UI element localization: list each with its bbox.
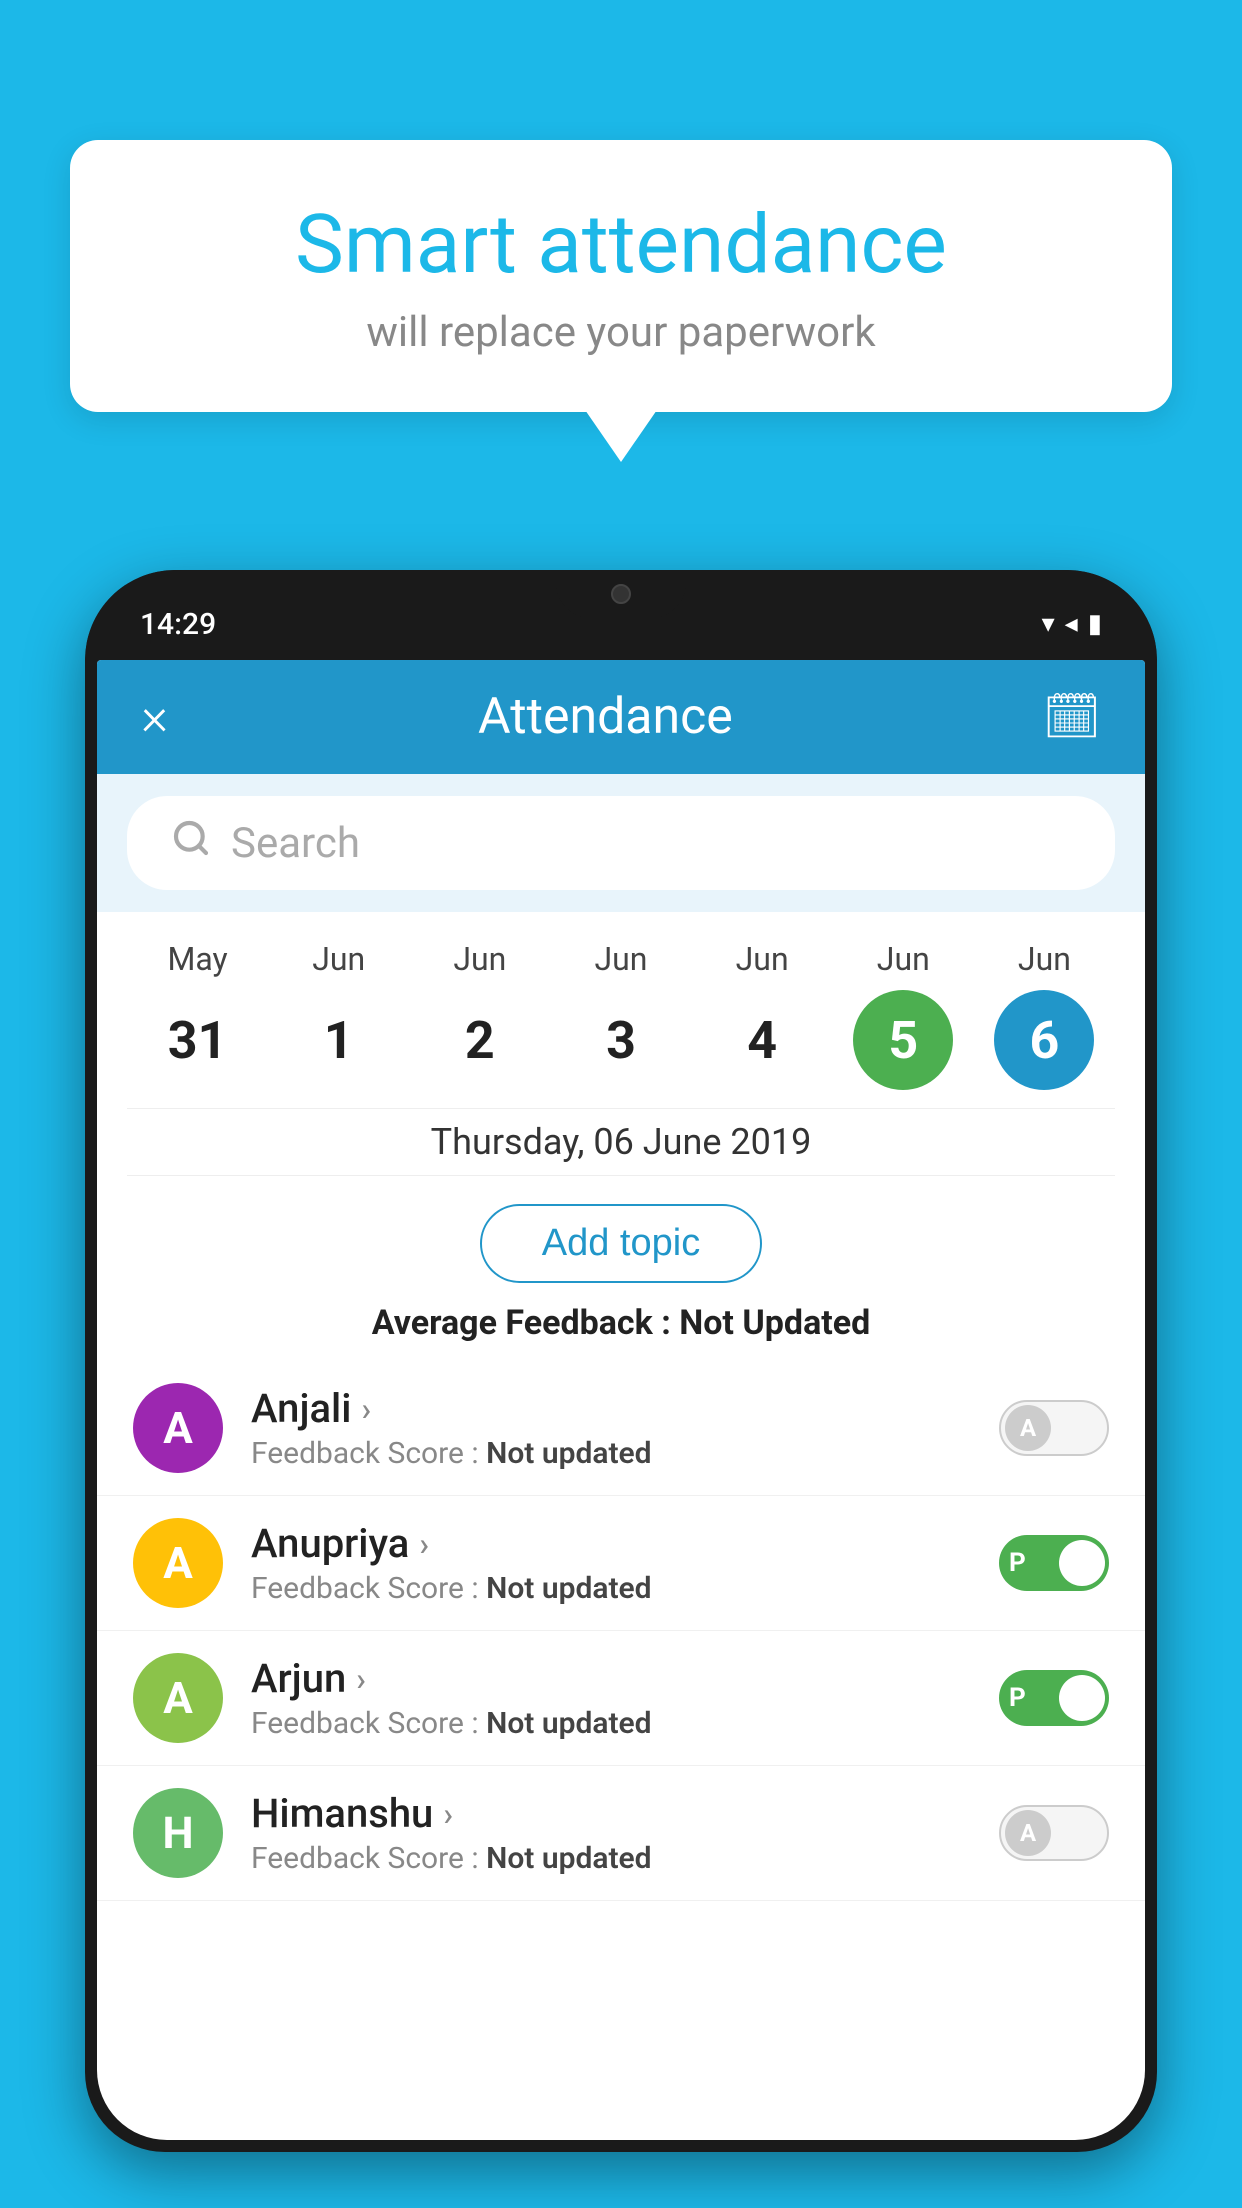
student-info[interactable]: Anjali › Feedback Score : Not updated: [251, 1385, 971, 1471]
attendance-toggle[interactable]: P: [999, 1535, 1109, 1591]
date-item-4[interactable]: Jun 4: [712, 940, 812, 1090]
calendar-icon[interactable]: 🗓: [1043, 690, 1101, 744]
add-topic-container: Add topic: [97, 1176, 1145, 1303]
student-list: A Anjali › Feedback Score : Not updated …: [97, 1361, 1145, 1901]
date-picker: May 31 Jun 1 Jun 2 Jun 3 Jun 4: [97, 912, 1145, 1108]
app-header: × Attendance 🗓: [97, 660, 1145, 774]
chevron-right-icon: ›: [361, 1390, 371, 1428]
date-item-5[interactable]: Jun 5: [853, 940, 953, 1090]
student-score: Feedback Score : Not updated: [251, 1436, 971, 1471]
avatar: H: [133, 1788, 223, 1878]
student-name: Anjali ›: [251, 1385, 971, 1432]
attendance-toggle[interactable]: A: [999, 1400, 1109, 1456]
date-item-3[interactable]: Jun 3: [571, 940, 671, 1090]
student-name: Anupriya ›: [251, 1520, 971, 1567]
selected-date-label: Thursday, 06 June 2019: [127, 1108, 1115, 1176]
student-info[interactable]: Arjun › Feedback Score : Not updated: [251, 1655, 971, 1741]
status-bar: 14:29 ▾ ◂ ▮: [85, 570, 1157, 660]
student-row: A Arjun › Feedback Score : Not updated P: [97, 1631, 1145, 1766]
student-info[interactable]: Anupriya › Feedback Score : Not updated: [251, 1520, 971, 1606]
chevron-right-icon: ›: [419, 1525, 429, 1563]
phone-frame: 14:29 ▾ ◂ ▮ × Attendance 🗓: [85, 570, 1157, 2152]
bubble-title: Smart attendance: [130, 200, 1112, 290]
date-item-2[interactable]: Jun 2: [430, 940, 530, 1090]
search-icon: [171, 818, 211, 868]
student-row: A Anupriya › Feedback Score : Not update…: [97, 1496, 1145, 1631]
speech-bubble-container: Smart attendance will replace your paper…: [70, 140, 1172, 412]
chevron-right-icon: ›: [443, 1795, 453, 1833]
speech-bubble: Smart attendance will replace your paper…: [70, 140, 1172, 412]
wifi-icon: ▾: [1042, 609, 1055, 639]
avatar: A: [133, 1518, 223, 1608]
student-info[interactable]: Himanshu › Feedback Score : Not updated: [251, 1790, 971, 1876]
avatar: A: [133, 1383, 223, 1473]
average-feedback: Average Feedback : Not Updated: [97, 1303, 1145, 1361]
battery-icon: ▮: [1088, 609, 1102, 639]
search-bar-container: Search: [97, 774, 1145, 912]
student-name: Arjun ›: [251, 1655, 971, 1702]
date-item-6[interactable]: Jun 6: [994, 940, 1094, 1090]
phone-screen: × Attendance 🗓 Search: [97, 660, 1145, 2140]
search-input[interactable]: Search: [231, 819, 360, 868]
date-item-0[interactable]: May 31: [148, 940, 248, 1090]
bubble-subtitle: will replace your paperwork: [130, 308, 1112, 357]
phone-container: 14:29 ▾ ◂ ▮ × Attendance 🗓: [85, 570, 1157, 2208]
student-row: H Himanshu › Feedback Score : Not update…: [97, 1766, 1145, 1901]
date-item-1[interactable]: Jun 1: [289, 940, 389, 1090]
notch-camera: [611, 584, 631, 604]
avatar: A: [133, 1653, 223, 1743]
student-score: Feedback Score : Not updated: [251, 1571, 971, 1606]
notch: [556, 570, 686, 618]
student-name: Himanshu ›: [251, 1790, 971, 1837]
search-bar[interactable]: Search: [127, 796, 1115, 890]
status-icons: ▾ ◂ ▮: [1042, 609, 1102, 639]
close-button[interactable]: ×: [141, 691, 168, 743]
signal-icon: ◂: [1065, 609, 1078, 639]
chevron-right-icon: ›: [356, 1660, 366, 1698]
add-topic-button[interactable]: Add topic: [480, 1204, 762, 1283]
student-score: Feedback Score : Not updated: [251, 1706, 971, 1741]
student-score: Feedback Score : Not updated: [251, 1841, 971, 1876]
attendance-toggle[interactable]: P: [999, 1670, 1109, 1726]
status-time: 14:29: [140, 607, 216, 642]
header-title: Attendance: [478, 688, 733, 746]
student-row: A Anjali › Feedback Score : Not updated …: [97, 1361, 1145, 1496]
attendance-toggle[interactable]: A: [999, 1805, 1109, 1861]
